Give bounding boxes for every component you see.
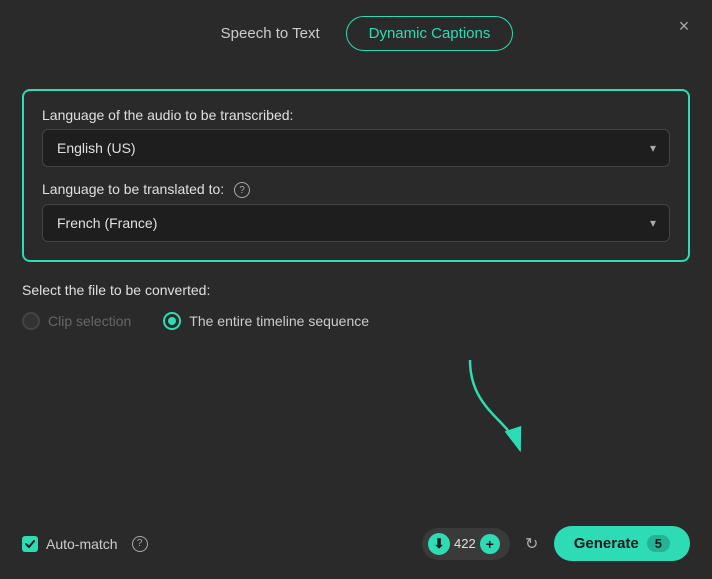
auto-match-container: Auto-match ? <box>22 536 148 552</box>
file-section: Select the file to be converted: Clip se… <box>22 282 690 330</box>
radio-clip-selection[interactable]: Clip selection <box>22 312 131 330</box>
source-language-select-wrap: English (US) English (UK) Spanish French… <box>42 129 670 167</box>
close-button[interactable]: × <box>672 14 696 38</box>
radio-circle-clip <box>22 312 40 330</box>
language-box: Language of the audio to be transcribed:… <box>22 89 690 262</box>
target-language-field: Language to be translated to: ? French (… <box>42 181 670 242</box>
credit-count: 422 <box>454 536 476 551</box>
help-icon[interactable]: ? <box>234 182 250 198</box>
arrow-area <box>22 350 690 500</box>
radio-group: Clip selection The entire timeline seque… <box>22 312 690 330</box>
right-controls: ⬇ 422 + ↻ Generate 5 <box>422 526 690 561</box>
credit-pill: ⬇ 422 + <box>422 528 510 560</box>
radio-clip-label: Clip selection <box>48 313 131 329</box>
source-language-field: Language of the audio to be transcribed:… <box>42 107 670 167</box>
radio-timeline-label: The entire timeline sequence <box>189 313 369 329</box>
generate-credit-count: 5 <box>647 535 670 552</box>
auto-match-help-icon[interactable]: ? <box>132 536 148 552</box>
dialog: × Speech to Text Dynamic Captions Langua… <box>0 0 712 579</box>
credit-download-icon: ⬇ <box>428 533 450 555</box>
source-language-label: Language of the audio to be transcribed: <box>42 107 670 123</box>
tab-bar: Speech to Text Dynamic Captions <box>0 0 712 71</box>
tab-dynamic-captions[interactable]: Dynamic Captions <box>346 16 514 51</box>
auto-match-label: Auto-match <box>46 536 118 552</box>
add-credits-button[interactable]: + <box>480 534 500 554</box>
target-language-select-wrap: French (France) English (US) Spanish Ger… <box>42 204 670 242</box>
main-content: Language of the audio to be transcribed:… <box>0 71 712 516</box>
tab-speech-to-text[interactable]: Speech to Text <box>199 17 342 50</box>
source-language-select[interactable]: English (US) English (UK) Spanish French… <box>42 129 670 167</box>
generate-label: Generate <box>574 535 639 552</box>
target-language-select[interactable]: French (France) English (US) Spanish Ger… <box>42 204 670 242</box>
radio-timeline[interactable]: The entire timeline sequence <box>163 312 369 330</box>
file-section-label: Select the file to be converted: <box>22 282 690 298</box>
target-language-label: Language to be translated to: ? <box>42 181 670 198</box>
bottom-bar: Auto-match ? ⬇ 422 + ↻ Generate 5 <box>0 516 712 579</box>
auto-match-checkbox[interactable] <box>22 536 38 552</box>
arrow-graphic <box>390 350 570 460</box>
refresh-button[interactable]: ↻ <box>518 530 546 558</box>
radio-circle-timeline <box>163 312 181 330</box>
generate-button[interactable]: Generate 5 <box>554 526 690 561</box>
